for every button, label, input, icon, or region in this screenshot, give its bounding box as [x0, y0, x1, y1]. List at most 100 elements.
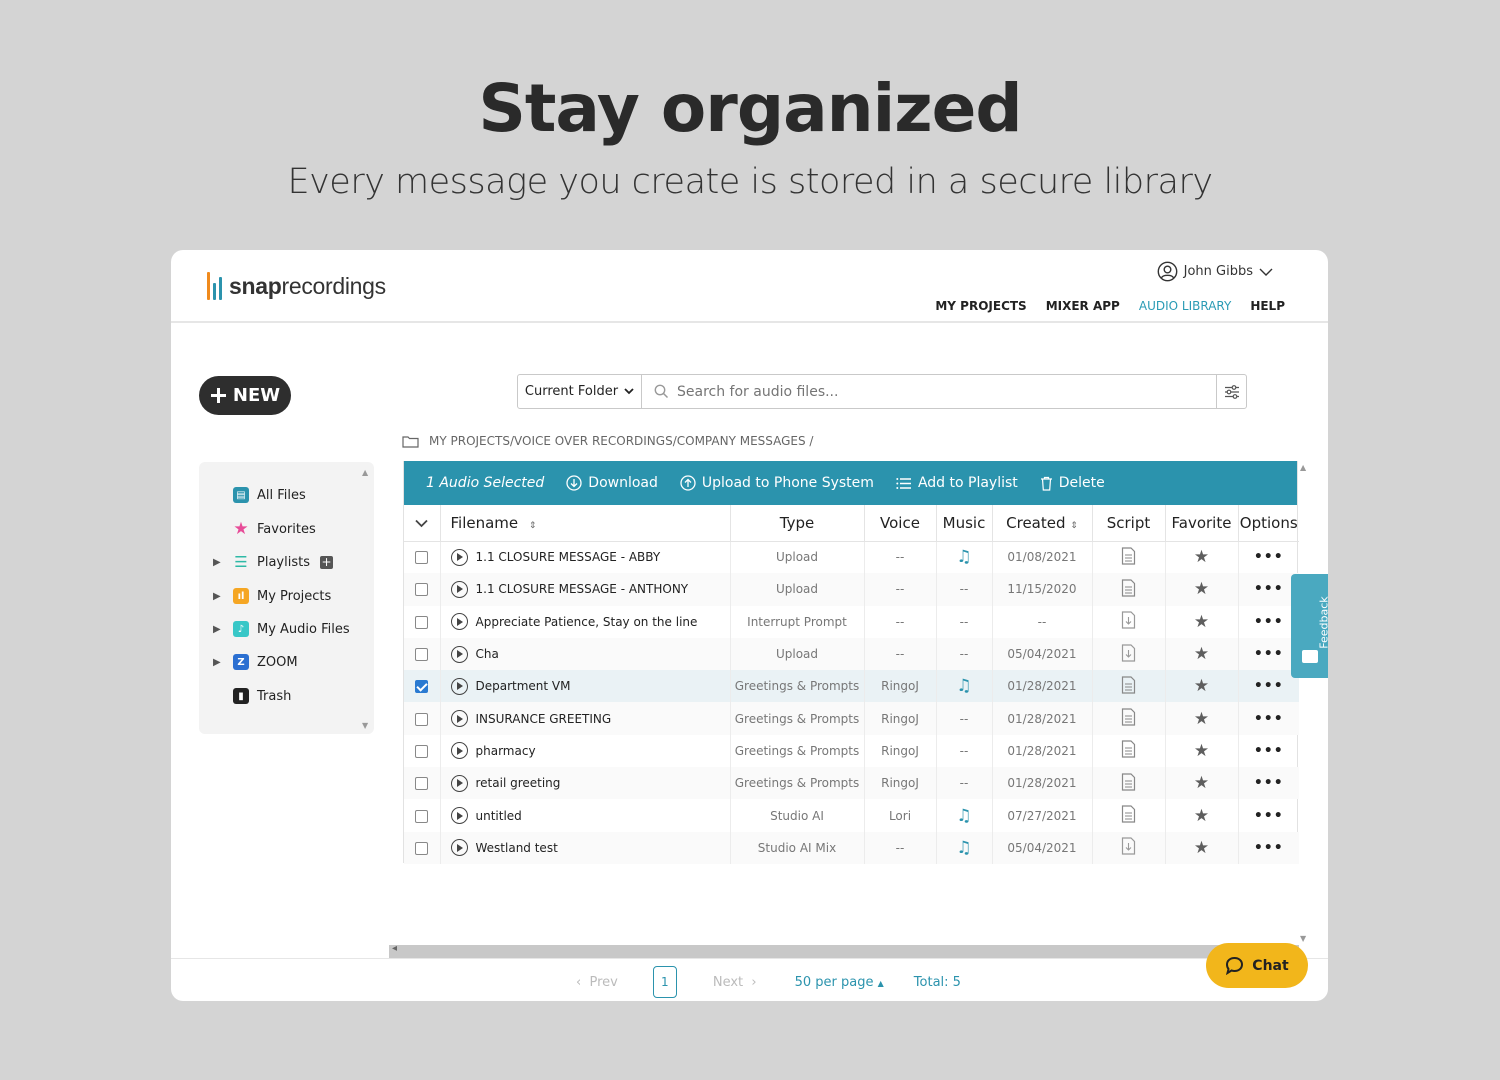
star-icon[interactable]: ★: [1194, 612, 1209, 632]
play-icon[interactable]: [450, 742, 468, 760]
brand-logo[interactable]: snaprecordings: [207, 272, 386, 300]
expand-arrow-icon[interactable]: ▶: [213, 657, 233, 668]
filename[interactable]: 1.1 CLOSURE MESSAGE - ANTHONY: [476, 582, 689, 596]
breadcrumb-path[interactable]: MY PROJECTS/VOICE OVER RECORDINGS/COMPAN…: [429, 434, 813, 448]
table-row[interactable]: Cha Upload -- -- 05/04/2021 ★ •••: [404, 637, 1299, 671]
more-options-icon[interactable]: •••: [1254, 743, 1284, 759]
star-icon[interactable]: ★: [1194, 806, 1209, 826]
table-vertical-scrollbar[interactable]: ▲ ▼: [1298, 463, 1310, 943]
music-note-icon[interactable]: ♫: [956, 806, 971, 826]
play-icon[interactable]: [450, 839, 468, 857]
star-icon[interactable]: ★: [1194, 644, 1209, 664]
table-row[interactable]: Westland test Studio AI Mix -- ♫ 05/04/2021 ★…: [404, 831, 1299, 864]
nav-mixer-app[interactable]: MIXER APP: [1046, 299, 1120, 313]
nav-help[interactable]: HELP: [1250, 299, 1285, 313]
table-row[interactable]: 1.1 CLOSURE MESSAGE - ABBY Upload -- ♫ 01/08…: [404, 541, 1299, 574]
row-checkbox[interactable]: [415, 680, 429, 694]
table-row[interactable]: pharmacy Greetings & Prompts RingoJ -- 01/28…: [404, 734, 1299, 768]
sidebar-scrollbar[interactable]: ▲ ▼: [362, 468, 370, 730]
prev-page-button[interactable]: ‹ Prev: [576, 975, 618, 990]
music-note-icon[interactable]: ♫: [956, 838, 971, 858]
star-icon[interactable]: ★: [1194, 741, 1209, 761]
script-document-icon[interactable]: [1121, 805, 1136, 826]
play-icon[interactable]: [450, 710, 468, 728]
new-button[interactable]: NEW: [199, 376, 291, 415]
table-row[interactable]: INSURANCE GREETING Greetings & Prompts Rin…: [404, 702, 1299, 735]
table-row[interactable]: Appreciate Patience, Stay on the line Int…: [404, 605, 1299, 638]
folder-scope-select[interactable]: Current Folder: [518, 375, 642, 408]
table-row[interactable]: untitled Studio AI Lori ♫ 07/27/2021 ★ •••: [404, 799, 1299, 832]
search-input[interactable]: [677, 383, 1197, 400]
row-checkbox[interactable]: [415, 648, 429, 662]
script-document-icon[interactable]: [1121, 708, 1136, 729]
current-page[interactable]: 1: [652, 966, 677, 998]
col-created[interactable]: Created ⇕: [992, 505, 1093, 542]
select-all-toggle[interactable]: [404, 505, 441, 542]
row-checkbox[interactable]: [415, 615, 429, 629]
play-icon[interactable]: [450, 807, 468, 825]
expand-arrow-icon[interactable]: ▶: [213, 557, 233, 568]
filename[interactable]: Cha: [476, 647, 499, 661]
sidebar-item-trash[interactable]: ▮ Trash: [213, 688, 291, 704]
script-download-icon[interactable]: [1121, 837, 1136, 858]
row-checkbox[interactable]: [415, 809, 429, 823]
more-options-icon[interactable]: •••: [1254, 614, 1284, 630]
col-filename[interactable]: Filename ⇕: [440, 505, 731, 542]
script-document-icon[interactable]: [1121, 676, 1136, 697]
expand-arrow-icon[interactable]: ▶: [213, 591, 233, 602]
play-icon[interactable]: [450, 580, 468, 598]
music-note-icon[interactable]: ♫: [956, 547, 971, 567]
more-options-icon[interactable]: •••: [1254, 808, 1284, 824]
star-icon[interactable]: ★: [1194, 838, 1209, 858]
script-download-icon[interactable]: [1121, 643, 1136, 665]
more-options-icon[interactable]: •••: [1254, 646, 1284, 662]
sidebar-item-all-files[interactable]: ▤ All Files: [213, 487, 306, 503]
user-menu[interactable]: John Gibbs: [1157, 261, 1273, 282]
table-row[interactable]: Department VM Greetings & Prompts RingoJ ♫ 0…: [404, 670, 1299, 703]
star-icon[interactable]: ★: [1194, 773, 1209, 793]
script-document-icon[interactable]: [1121, 579, 1136, 600]
more-options-icon[interactable]: •••: [1254, 678, 1284, 694]
chat-button[interactable]: Chat: [1206, 943, 1308, 988]
script-document-icon[interactable]: [1121, 547, 1136, 568]
filename[interactable]: Westland test: [476, 841, 558, 855]
star-icon[interactable]: ★: [1194, 547, 1209, 567]
script-document-icon[interactable]: [1121, 740, 1136, 761]
sidebar-item-my-projects[interactable]: ▶ ıl My Projects: [213, 588, 331, 604]
upload-phone-button[interactable]: Upload to Phone System: [680, 475, 874, 491]
per-page-select[interactable]: 50 per page ▲: [795, 975, 884, 990]
script-document-icon[interactable]: [1121, 773, 1136, 794]
add-playlist-icon[interactable]: +: [319, 555, 333, 569]
play-icon[interactable]: [450, 613, 468, 631]
star-icon[interactable]: ★: [1194, 676, 1209, 696]
play-icon[interactable]: [450, 677, 468, 695]
filename[interactable]: 1.1 CLOSURE MESSAGE - ABBY: [476, 550, 661, 564]
more-options-icon[interactable]: •••: [1254, 840, 1284, 856]
filename[interactable]: untitled: [476, 809, 522, 823]
row-checkbox[interactable]: [415, 744, 429, 758]
filename[interactable]: retail greeting: [476, 776, 561, 790]
filename[interactable]: Department VM: [476, 679, 571, 693]
sidebar-item-favorites[interactable]: ★ Favorites: [213, 519, 315, 539]
more-options-icon[interactable]: •••: [1254, 581, 1284, 597]
play-icon[interactable]: [450, 645, 468, 663]
filename[interactable]: pharmacy: [476, 744, 536, 758]
row-checkbox[interactable]: [415, 551, 429, 565]
nav-my-projects[interactable]: MY PROJECTS: [935, 299, 1026, 313]
row-checkbox[interactable]: [415, 583, 429, 597]
add-to-playlist-button[interactable]: Add to Playlist: [896, 475, 1018, 491]
sidebar-item-playlists[interactable]: ▶ ☰ Playlists +: [213, 553, 333, 571]
more-options-icon[interactable]: •••: [1254, 775, 1284, 791]
filter-button[interactable]: [1216, 375, 1246, 408]
more-options-icon[interactable]: •••: [1254, 549, 1284, 565]
row-checkbox[interactable]: [415, 712, 429, 726]
feedback-tab[interactable]: Feedback: [1291, 574, 1328, 678]
nav-audio-library[interactable]: AUDIO LIBRARY: [1139, 299, 1231, 313]
table-row[interactable]: retail greeting Greetings & Prompts RingoJ…: [404, 767, 1299, 800]
music-note-icon[interactable]: ♫: [956, 676, 971, 696]
row-checkbox[interactable]: [415, 841, 429, 855]
play-icon[interactable]: [450, 548, 468, 566]
star-icon[interactable]: ★: [1194, 709, 1209, 729]
expand-arrow-icon[interactable]: ▶: [213, 624, 233, 635]
play-icon[interactable]: [450, 774, 468, 792]
